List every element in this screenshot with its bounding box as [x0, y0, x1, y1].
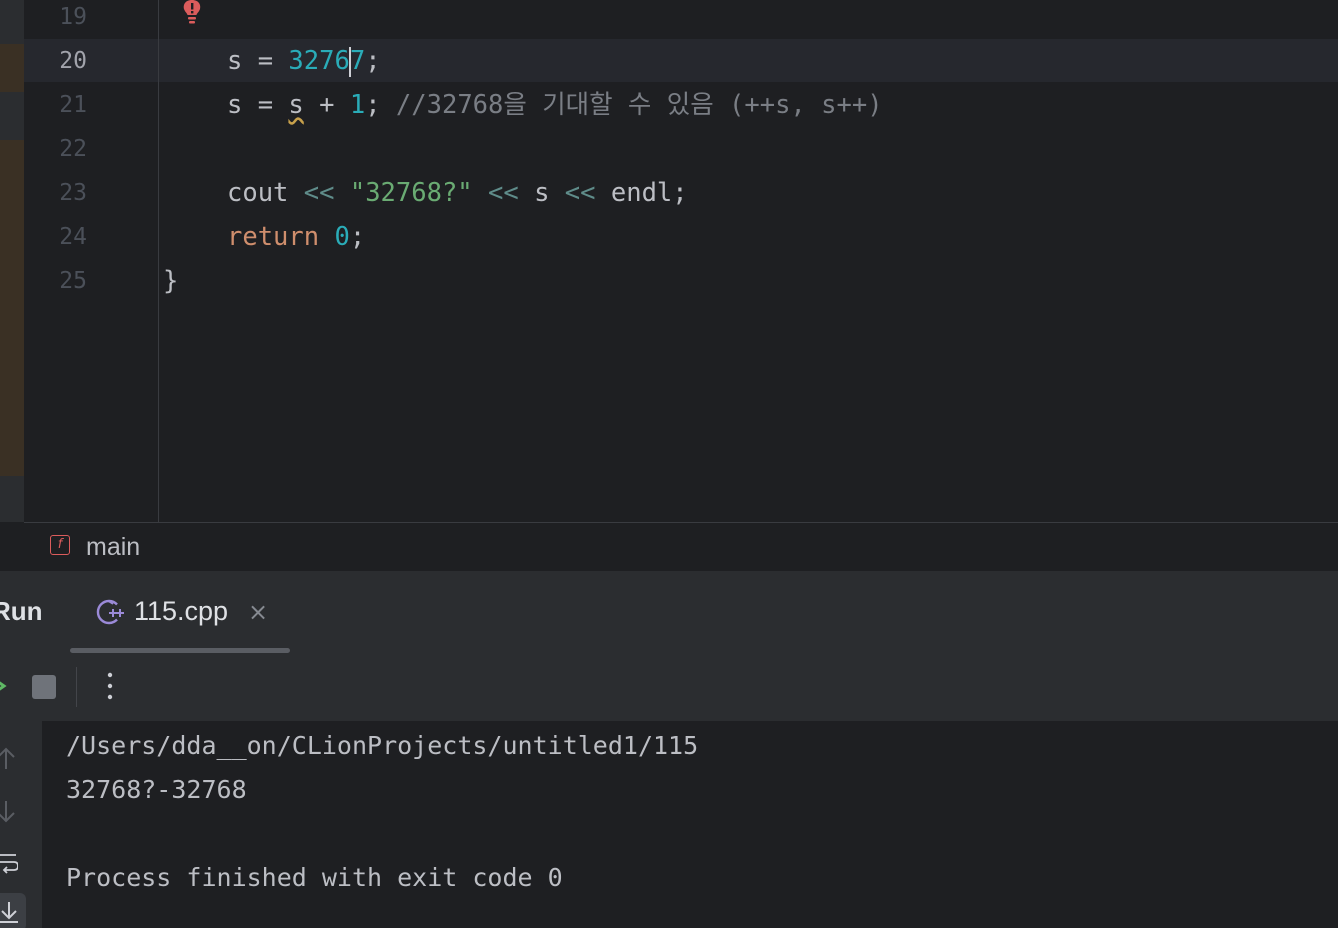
token-op: +	[303, 90, 350, 120]
console-line: /Users/dda__on/CLionProjects/untitled1/1…	[66, 731, 699, 760]
line-number: 25	[59, 268, 87, 294]
change-marker	[0, 140, 24, 476]
arrow-down-icon[interactable]	[0, 797, 18, 825]
line-number-active: 20	[59, 48, 87, 74]
code-line-20: s = 32767;	[227, 39, 381, 83]
run-tool-window: Run 115.cpp × /Users/dda__on/CLionProjec…	[0, 574, 1338, 928]
breadcrumb-label[interactable]: main	[86, 533, 140, 562]
code-editor[interactable]: 19 20 21 22 23 24 25 s = 32767; s = s + …	[0, 0, 1338, 522]
token-number: 0	[334, 222, 350, 252]
toolbar-divider	[76, 667, 77, 707]
token-ident: endl;	[610, 178, 688, 208]
token-op: <<	[288, 178, 350, 208]
token-brace: }	[163, 266, 179, 296]
code-line-21: s = s + 1; //32768을 기대할 수 있음 (++s, s++)	[227, 83, 883, 127]
gutter-separator	[158, 0, 159, 522]
token-punct: ;	[365, 90, 396, 120]
token-var-warning: s	[288, 90, 304, 120]
token-var: s	[227, 46, 243, 76]
line-number: 19	[59, 4, 87, 30]
current-line-highlight	[24, 39, 1338, 82]
console-line: 32768?-32768	[66, 775, 247, 804]
breadcrumb[interactable]: f main	[24, 522, 1338, 572]
error-lightbulb-icon[interactable]	[180, 0, 204, 26]
token-punct: ;	[349, 222, 366, 252]
rerun-icon[interactable]	[0, 671, 10, 701]
token-var: s	[534, 178, 550, 208]
line-number: 23	[59, 180, 87, 206]
token-op: =	[242, 46, 289, 76]
tab-115-cpp[interactable]: 115.cpp	[134, 596, 228, 627]
run-toolbar	[0, 653, 1338, 721]
run-tab-bar: Run 115.cpp ×	[0, 574, 1338, 654]
code-line-25: }	[163, 259, 178, 303]
token-ident: cout	[227, 178, 289, 208]
token-comment: //32768을 기대할 수 있음 (++s, s++)	[395, 90, 883, 120]
more-options-icon[interactable]	[100, 669, 120, 703]
code-line-24: return 0;	[227, 215, 365, 259]
console-side-toolbar	[0, 721, 42, 928]
token-keyword: return	[227, 222, 320, 252]
run-title: Run	[0, 596, 43, 626]
soft-wrap-icon[interactable]	[0, 849, 18, 877]
token-number: 7	[349, 46, 366, 76]
token-op: =	[242, 90, 289, 120]
line-number: 22	[59, 136, 87, 162]
arrow-up-icon[interactable]	[0, 745, 18, 773]
line-number: 21	[59, 92, 87, 118]
scroll-to-end-icon	[0, 902, 18, 923]
console-line: Process finished with exit code 0	[66, 863, 563, 892]
cpp-file-icon	[96, 599, 124, 625]
scroll-to-end-button[interactable]	[0, 893, 26, 928]
token-string: "32768?"	[349, 178, 473, 208]
editor-left-strip	[0, 0, 24, 522]
token-number: 1	[349, 90, 366, 120]
console-output[interactable]: /Users/dda__on/CLionProjects/untitled1/1…	[42, 721, 1338, 928]
code-line-23: cout << "32768?" << s << endl;	[227, 171, 688, 215]
close-icon[interactable]: ×	[248, 598, 268, 626]
token-number: 3276	[288, 46, 350, 76]
function-icon: f	[50, 535, 70, 555]
stop-button[interactable]	[32, 675, 56, 699]
token-punct: ;	[365, 46, 381, 76]
line-number: 24	[59, 224, 87, 250]
token-op: <<	[549, 178, 611, 208]
change-marker	[0, 44, 24, 92]
token-var: s	[227, 90, 243, 120]
token-op: <<	[472, 178, 535, 208]
